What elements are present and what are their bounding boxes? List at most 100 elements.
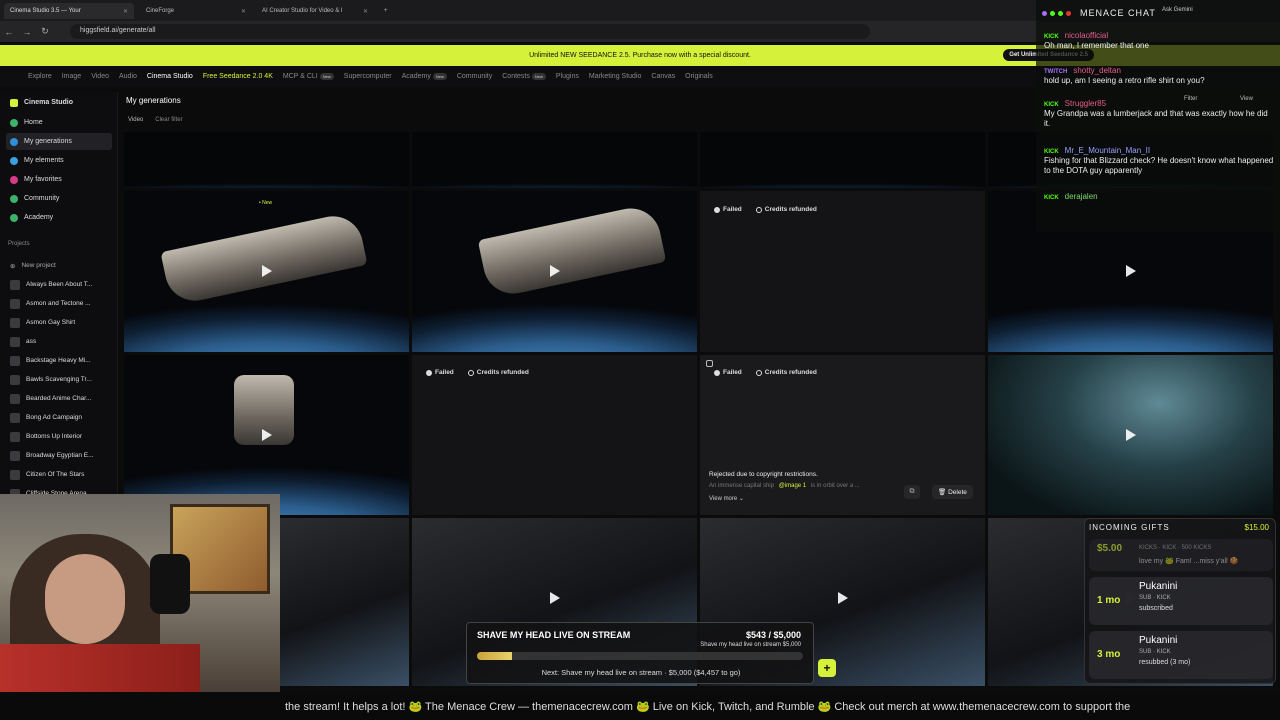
- project-item[interactable]: ass: [6, 333, 114, 350]
- browser-tab-cineforge[interactable]: CineForge ✕: [140, 3, 252, 19]
- promo-text: Unlimited NEW SEEDANCE 2.5. Purchase now…: [529, 52, 751, 59]
- nav-explore[interactable]: Explore: [28, 73, 52, 80]
- filter-button[interactable]: Filter: [1184, 96, 1197, 102]
- failed-generation-tile[interactable]: Failed Credits refunded Rejected due to …: [700, 355, 985, 515]
- play-icon[interactable]: [550, 265, 560, 277]
- credits-refunded-status: Credits refunded: [467, 369, 529, 376]
- project-thumbnail: [10, 317, 20, 328]
- generation-tile[interactable]: [988, 355, 1273, 515]
- nav-audio[interactable]: Audio: [119, 73, 137, 80]
- ask-gemini-button[interactable]: Ask Gemini: [1162, 7, 1193, 13]
- nav-image[interactable]: Image: [62, 73, 81, 80]
- browser-tab-cinema-studio[interactable]: Cinema Studio 3.5 — Your ✕: [4, 3, 134, 19]
- reload-icon[interactable]: ↻: [36, 26, 54, 37]
- starship-image: [160, 210, 368, 307]
- close-tab-icon[interactable]: ✕: [241, 8, 246, 15]
- project-item[interactable]: Asmon Gay Shirt: [6, 314, 114, 331]
- view-more-link[interactable]: View more ⌄: [709, 495, 744, 502]
- play-icon[interactable]: [838, 592, 848, 604]
- play-icon[interactable]: [1126, 265, 1136, 277]
- nav-mcp-cli[interactable]: MCP & CLI New: [283, 73, 334, 80]
- chat-dot-icon: [1058, 11, 1063, 16]
- project-item[interactable]: Backstage Heavy Mi...: [6, 352, 114, 369]
- project-item[interactable]: Bearded Anime Char...: [6, 390, 114, 407]
- project-item[interactable]: Asmon and Tectone ...: [6, 295, 114, 312]
- webcam-overlay: [0, 494, 280, 692]
- page-title: My generations: [126, 96, 181, 105]
- generation-tile[interactable]: [412, 191, 697, 352]
- home-icon: [10, 118, 18, 127]
- failed-generation-tile[interactable]: Failed Credits refunded: [412, 355, 697, 515]
- nav-originals[interactable]: Originals: [685, 73, 713, 80]
- back-icon[interactable]: ←: [0, 27, 18, 37]
- generation-tile[interactable]: [700, 132, 985, 188]
- sidebar-item-my-elements[interactable]: My elements: [6, 152, 112, 169]
- project-item[interactable]: Bawls Scavenging Tr...: [6, 371, 114, 388]
- close-tab-icon[interactable]: ✕: [363, 8, 368, 15]
- copy-icon[interactable]: ⧉: [904, 485, 920, 499]
- sidebar-item-my-generations[interactable]: My generations: [6, 133, 112, 150]
- chat-message: TWITCH shotty_deltan hold up, am I seeing …: [1044, 66, 1205, 86]
- sidebar-item-my-favorites[interactable]: My favorites: [6, 171, 112, 188]
- failed-generation-tile[interactable]: Failed Credits refunded: [700, 191, 985, 352]
- browser-tab-ai-creator[interactable]: AI Creator Studio for Video & I ✕: [256, 3, 374, 19]
- nav-plugins[interactable]: Plugins: [556, 73, 579, 80]
- plus-button[interactable]: +: [818, 659, 836, 677]
- nav-canvas[interactable]: Canvas: [651, 73, 675, 80]
- sidebar-item-community[interactable]: Community: [6, 190, 112, 207]
- close-tab-icon[interactable]: ✕: [123, 8, 128, 15]
- nav-academy[interactable]: Academy New: [402, 73, 447, 80]
- new-project-button[interactable]: ⊕ New project: [6, 257, 114, 274]
- elements-icon: [10, 156, 18, 165]
- chat-message: KICK Struggler85 My Grandpa was a lumberja…: [1044, 99, 1268, 128]
- prompt-image-tag: @image 1: [778, 483, 807, 489]
- nav-cinema-studio[interactable]: Cinema Studio: [147, 73, 193, 80]
- nav-supercomputer[interactable]: Supercomputer: [344, 73, 392, 80]
- chat-message: KICK nicolaofficial Oh man, I remember tha…: [1044, 31, 1149, 51]
- new-tag: • New: [259, 200, 273, 206]
- generation-tile[interactable]: [412, 132, 697, 188]
- view-button[interactable]: View: [1240, 96, 1253, 102]
- generation-tile[interactable]: • New: [124, 191, 409, 352]
- nav-video[interactable]: Video: [91, 73, 109, 80]
- select-checkbox[interactable]: [706, 360, 713, 367]
- url-field[interactable]: higgsfield.ai/generate/all: [70, 24, 870, 39]
- play-icon[interactable]: [262, 429, 272, 441]
- failed-status-row: Failed Credits refunded: [714, 206, 817, 213]
- ticker-text: the stream! It helps a lot! 🐸 The Menace…: [285, 701, 1131, 713]
- video-filter-chip[interactable]: Video: [128, 117, 143, 123]
- nav-community[interactable]: Community: [457, 73, 492, 80]
- nav-marketing-studio[interactable]: Marketing Studio: [589, 73, 642, 80]
- nav-contests[interactable]: Contests New: [502, 73, 546, 80]
- chat-dot-icon: [1066, 11, 1071, 16]
- nav-free-seedance[interactable]: Free Seedance 2.0 4K: [203, 73, 273, 80]
- info-icon: [755, 369, 762, 376]
- failed-status-row: Failed Credits refunded: [426, 369, 529, 376]
- project-item[interactable]: Bottoms Up Interior: [6, 428, 114, 445]
- play-icon[interactable]: [1126, 429, 1136, 441]
- info-icon: [467, 369, 474, 376]
- microphone: [150, 554, 190, 614]
- project-item[interactable]: Bong Ad Campaign: [6, 409, 114, 426]
- sidebar-item-home[interactable]: Home: [6, 114, 112, 131]
- play-icon[interactable]: [262, 265, 272, 277]
- goal-progress-bar: [477, 652, 803, 660]
- generation-tile[interactable]: [124, 355, 409, 515]
- project-item[interactable]: Always Been About T...: [6, 276, 114, 293]
- delete-button[interactable]: 🗑 Delete: [932, 485, 973, 499]
- forward-icon[interactable]: →: [18, 27, 36, 37]
- generation-tile[interactable]: [280, 518, 409, 686]
- project-thumbnail: [10, 336, 20, 347]
- incoming-gifts-panel: INCOMING GIFTS $15.00 $5.00 KICKS · KICK…: [1084, 518, 1276, 684]
- play-icon[interactable]: [550, 592, 560, 604]
- starship-image: [477, 202, 667, 300]
- new-tab-icon[interactable]: +: [378, 3, 394, 19]
- failed-status: Failed: [714, 369, 742, 376]
- credits-refunded-status: Credits refunded: [755, 206, 817, 213]
- project-item[interactable]: Citizen Of The Stars: [6, 466, 114, 483]
- project-item[interactable]: Broadway Egyptian E...: [6, 447, 114, 464]
- clear-filter-link[interactable]: Clear filter: [155, 117, 182, 123]
- chat-title: MENACE CHAT: [1080, 8, 1156, 18]
- sidebar-item-academy[interactable]: Academy: [6, 209, 112, 226]
- generation-tile[interactable]: [124, 132, 409, 188]
